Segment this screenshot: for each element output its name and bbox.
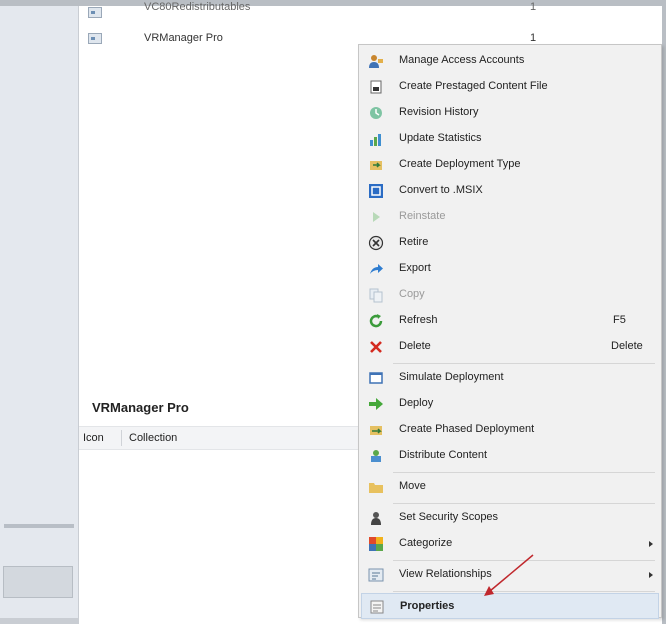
annotation-arrow bbox=[484, 554, 534, 596]
